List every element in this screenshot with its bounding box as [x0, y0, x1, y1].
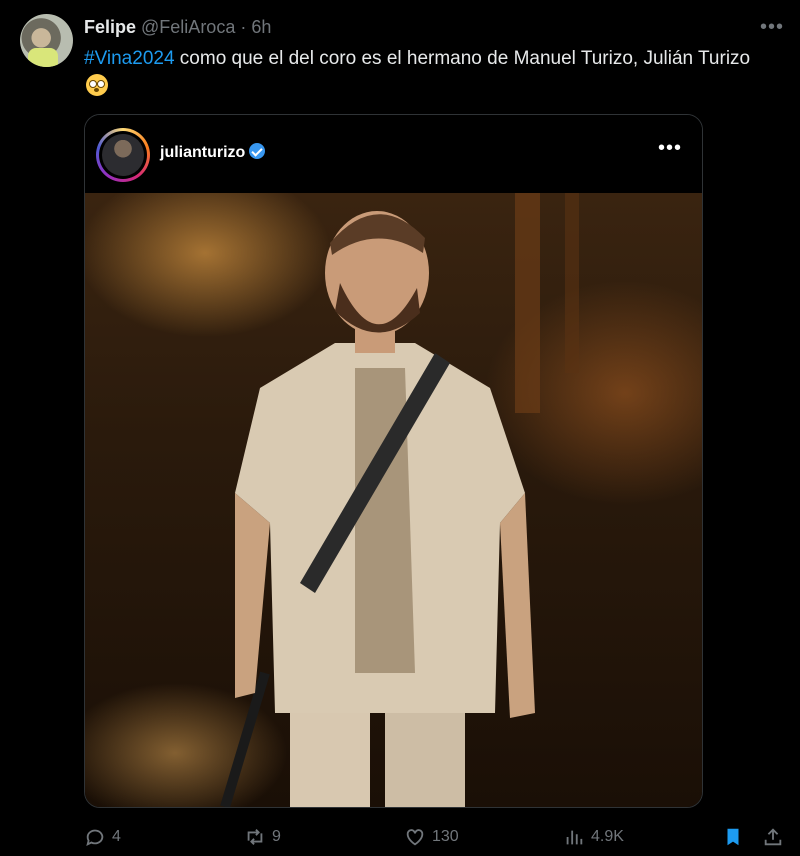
- share-icon: [764, 828, 782, 846]
- reply-icon: [86, 829, 104, 847]
- tweet-header: Felipe @FeliAroca · 6h: [84, 17, 271, 38]
- reply-count: 4: [112, 828, 121, 845]
- views-icon: [566, 830, 583, 845]
- like-button[interactable]: 130: [404, 826, 459, 848]
- share-button[interactable]: [762, 826, 784, 848]
- reply-button[interactable]: 4: [84, 826, 121, 848]
- view-count: 4.9K: [591, 828, 624, 845]
- embed-more-icon[interactable]: •••: [658, 137, 682, 160]
- performer-illustration: [220, 193, 579, 807]
- more-options-icon[interactable]: •••: [758, 13, 786, 41]
- repost-icon: [247, 829, 263, 845]
- hashtag-link[interactable]: #Vina2024: [84, 48, 175, 69]
- embed-header: julianturizo •••: [85, 115, 702, 193]
- separator-dot: ·: [240, 17, 247, 37]
- tweet-actions: 4 9 130 4.9K: [0, 820, 800, 856]
- flushed-face-emoji-icon: [86, 74, 108, 96]
- repost-button[interactable]: 9: [244, 826, 281, 848]
- like-count: 130: [432, 828, 459, 845]
- tweet-text: #Vina2024 como que el del coro es el her…: [84, 45, 774, 101]
- bookmark-icon: [727, 828, 739, 846]
- views-button[interactable]: 4.9K: [563, 826, 624, 848]
- embed-username-text: julianturizo: [160, 144, 246, 161]
- author-name[interactable]: Felipe: [84, 17, 136, 37]
- verified-badge-icon: [249, 143, 266, 159]
- embed-avatar[interactable]: [96, 128, 150, 182]
- embed-username[interactable]: julianturizo: [160, 143, 266, 162]
- repost-count: 9: [272, 828, 281, 845]
- bookmark-button[interactable]: [722, 826, 744, 848]
- tweet-body: como que el del coro es el hermano de Ma…: [174, 48, 751, 69]
- author-handle[interactable]: @FeliAroca: [141, 17, 235, 37]
- embed-photo[interactable]: [85, 193, 702, 807]
- instagram-embed-card[interactable]: julianturizo •••: [84, 114, 703, 808]
- author-avatar[interactable]: [20, 14, 73, 67]
- heart-icon: [406, 829, 424, 846]
- tweet-time[interactable]: 6h: [251, 17, 271, 37]
